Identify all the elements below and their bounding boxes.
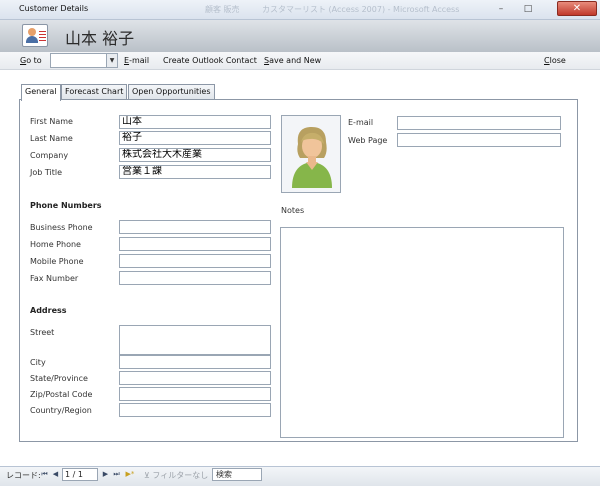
previous-record-icon[interactable]: ◀ <box>51 469 60 480</box>
company-field[interactable]: 株式会社大木産業 <box>119 148 271 162</box>
customer-card-icon <box>22 24 48 47</box>
country-region-label: Country/Region <box>30 406 92 415</box>
last-name-label: Last Name <box>30 134 73 143</box>
company-label: Company <box>30 151 69 160</box>
goto-label: Go to <box>20 56 42 65</box>
minimize-button[interactable]: – <box>490 3 512 16</box>
last-name-field[interactable]: 裕子 <box>119 131 271 145</box>
home-phone-field[interactable] <box>119 237 271 251</box>
customer-name-title: 山本 裕子 <box>65 29 135 48</box>
web-page-field[interactable] <box>397 133 561 147</box>
create-outlook-contact-button[interactable]: Create Outlook Contact <box>163 56 257 65</box>
fax-number-field[interactable] <box>119 271 271 285</box>
mobile-phone-field[interactable] <box>119 254 271 268</box>
phone-numbers-heading: Phone Numbers <box>30 201 102 210</box>
email-field[interactable] <box>397 116 561 130</box>
next-record-icon[interactable]: ▶ <box>101 469 110 480</box>
tab-general[interactable]: General <box>21 84 61 101</box>
state-province-field[interactable] <box>119 371 271 385</box>
zip-postal-code-label: Zip/Postal Code <box>30 390 93 399</box>
job-title-field[interactable]: 営業１課 <box>119 165 271 179</box>
customer-photo[interactable] <box>281 115 341 193</box>
filter-label: フィルターなし <box>152 471 209 480</box>
notes-label: Notes <box>281 206 305 215</box>
job-title-label: Job Title <box>30 168 63 177</box>
current-record-field[interactable]: 1 / 1 <box>62 468 98 481</box>
tab-open-opportunities[interactable]: Open Opportunities <box>128 84 215 100</box>
new-record-icon[interactable]: ▶* <box>124 469 136 480</box>
window-close-button[interactable]: ✕ <box>557 1 597 16</box>
street-label: Street <box>30 328 55 337</box>
zip-postal-code-field[interactable] <box>119 387 271 401</box>
city-label: City <box>30 358 46 367</box>
first-record-icon[interactable]: ⏮ <box>40 469 49 480</box>
home-phone-label: Home Phone <box>30 240 81 249</box>
business-phone-field[interactable] <box>119 220 271 234</box>
window-title: Customer Details <box>19 4 89 13</box>
notes-field[interactable] <box>280 227 564 438</box>
address-heading: Address <box>30 306 67 315</box>
maximize-button[interactable]: □ <box>517 3 539 16</box>
email-label: E-mail <box>348 118 374 127</box>
first-name-label: First Name <box>30 117 73 126</box>
mobile-phone-label: Mobile Phone <box>30 257 84 266</box>
record-label: レコード: <box>6 471 41 480</box>
fax-number-label: Fax Number <box>30 274 79 283</box>
search-input[interactable]: 検索 <box>212 468 262 481</box>
person-silhouette-icon <box>292 126 332 188</box>
goto-combobox[interactable]: ▼ <box>50 53 118 68</box>
chevron-down-icon[interactable]: ▼ <box>106 54 117 67</box>
save-and-new-button[interactable]: Save and New <box>264 56 321 65</box>
close-button[interactable]: Close <box>544 56 566 65</box>
email-button[interactable]: E-mail <box>124 56 149 65</box>
tab-forecast-chart[interactable]: Forecast Chart <box>61 84 128 100</box>
country-region-field[interactable] <box>119 403 271 417</box>
first-name-field[interactable]: 山本 <box>119 115 271 129</box>
street-field[interactable] <box>119 325 271 355</box>
last-record-icon[interactable]: ⏭ <box>112 469 121 480</box>
state-province-label: State/Province <box>30 374 88 383</box>
city-field[interactable] <box>119 355 271 369</box>
web-page-label: Web Page <box>348 136 388 145</box>
filter-status[interactable]: ⊻ フィルターなし <box>144 470 208 481</box>
business-phone-label: Business Phone <box>30 223 93 232</box>
